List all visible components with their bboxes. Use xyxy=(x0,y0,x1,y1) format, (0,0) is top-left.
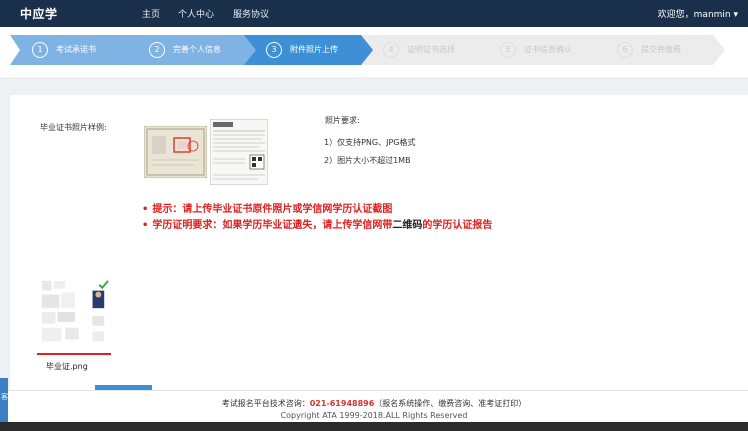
customer-service-tab[interactable]: 客 xyxy=(0,378,8,422)
step-label: 提交并缴费 xyxy=(641,45,681,54)
sample-report-image[interactable] xyxy=(210,119,268,185)
step-4: 4 证明证书选择 xyxy=(361,35,491,65)
nav-profile[interactable]: 个人中心 xyxy=(178,7,214,20)
step-progress: 1 考试承诺书 2 完善个人信息 3 附件照片上传 4 证明证书选择 5 证书信… xyxy=(0,27,748,77)
step-label: 附件照片上传 xyxy=(290,45,338,54)
requirement-size: 2）图片大小不超过1MB xyxy=(324,156,411,165)
footer-contact: 考试报名平台技术咨询：021-61948896（报名系统操作、缴费咨询、准考证打… xyxy=(0,398,748,409)
sample-certificate-image[interactable] xyxy=(144,126,207,178)
step-5: 5 证书信息确认 xyxy=(478,35,608,65)
brand-logo[interactable]: 中应学 xyxy=(20,5,58,22)
step-number: 5 xyxy=(500,42,516,58)
user-menu[interactable]: 欢迎您，manmin ▾ xyxy=(658,7,738,20)
footer-contact-suffix: （报名系统操作、缴费咨询、准考证打印） xyxy=(374,399,527,408)
step-label: 证书信息确认 xyxy=(524,45,572,54)
sample-label: 毕业证书照片样例: xyxy=(40,123,107,132)
step-2: 2 完善个人信息 xyxy=(127,35,257,65)
step-number: 3 xyxy=(266,42,282,58)
uploaded-image-thumbnail[interactable] xyxy=(37,277,111,355)
top-navbar: 中应学 主页 个人中心 服务协议 欢迎您，manmin ▾ xyxy=(0,0,748,27)
tip-upload-original: • 提示：请上传毕业证书原件照片或学信网学历认证截图 xyxy=(142,200,392,215)
footer-contact-prefix: 考试报名平台技术咨询： xyxy=(221,399,310,408)
step-number: 2 xyxy=(149,42,165,58)
tip-text-before: 学历证明要求：如果学历毕业证遗失，请上传学信网带 xyxy=(152,220,393,231)
step-6: 6 提交并缴费 xyxy=(595,35,725,65)
step-label: 证明证书选择 xyxy=(407,45,455,54)
tip-text: 提示：请上传毕业证书原件照片或学信网学历认证截图 xyxy=(152,204,393,215)
nav-service-agreement[interactable]: 服务协议 xyxy=(233,7,269,20)
step-1: 1 考试承诺书 xyxy=(10,35,140,65)
taskbar-strip xyxy=(0,422,748,431)
requirements-title: 照片要求: xyxy=(325,116,360,125)
tip-text-after: 的学历认证报告 xyxy=(422,220,493,231)
page-footer: 考试报名平台技术咨询：021-61948896（报名系统操作、缴费咨询、准考证打… xyxy=(0,390,748,422)
step-number: 1 xyxy=(32,42,48,58)
upload-panel: 毕业证书照片样例: 照片要求: 1）仅支持PNG、JPG格式 2）图片大小不超过… xyxy=(10,95,748,431)
side-tab-label: 客 xyxy=(1,393,8,401)
step-label: 完善个人信息 xyxy=(173,45,221,54)
bullet-icon: • xyxy=(142,204,149,215)
step-number: 4 xyxy=(383,42,399,58)
tip-text-qrcode: 二维码 xyxy=(392,220,423,231)
tip-lost-certificate: • 学历证明要求：如果学历毕业证遗失，请上传学信网带二维码的学历认证报告 xyxy=(142,216,492,231)
uploaded-filename: 毕业证.png xyxy=(46,362,88,371)
nav-home[interactable]: 主页 xyxy=(142,7,160,20)
footer-copyright: Copyright ATA 1999-2018.ALL Rights Reser… xyxy=(280,411,468,420)
step-3: 3 附件照片上传 xyxy=(244,35,374,65)
step-number: 6 xyxy=(617,42,633,58)
step-label: 考试承诺书 xyxy=(56,45,96,54)
requirement-format: 1）仅支持PNG、JPG格式 xyxy=(324,138,416,147)
footer-phone: 021-61948896 xyxy=(309,399,375,408)
bullet-icon: • xyxy=(142,220,149,231)
